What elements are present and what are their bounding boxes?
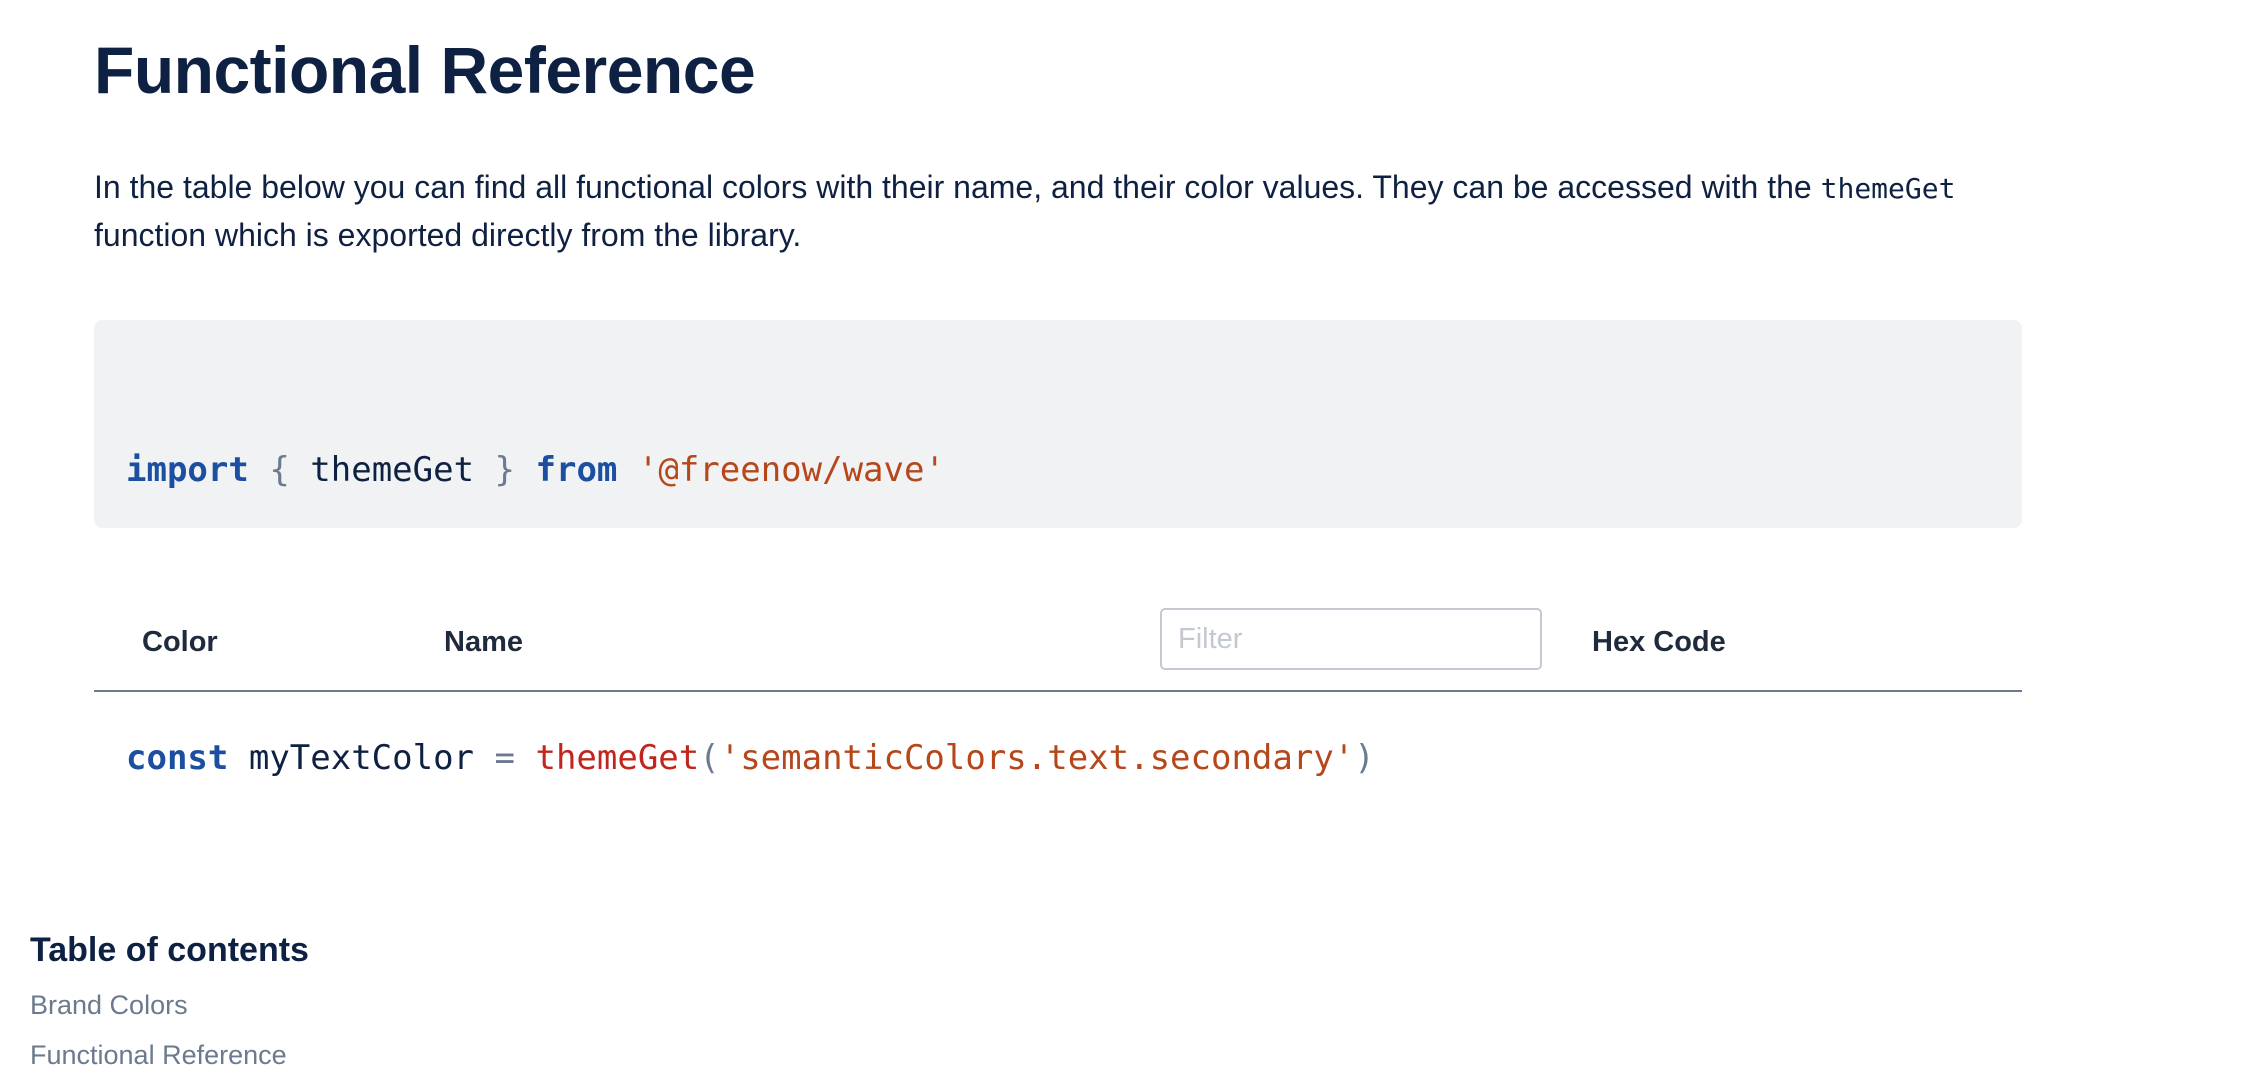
column-header-hex-code: Hex Code <box>1592 626 1726 658</box>
code-brace-open: { <box>269 450 290 490</box>
intro-text-after: function which is exported directly from… <box>94 217 802 253</box>
filter-input[interactable] <box>1160 608 1542 670</box>
code-line-const: const myTextColor = themeGet('semanticCo… <box>126 734 1990 782</box>
code-paren-open: ( <box>699 738 720 778</box>
page-title: Functional Reference <box>94 33 756 107</box>
page: Functional Reference In the table below … <box>0 0 2254 1072</box>
code-module-string: '@freenow/wave' <box>637 450 945 490</box>
intro-paragraph: In the table below you can find all func… <box>94 164 2022 258</box>
code-block: import { themeGet } from '@freenow/wave'… <box>94 320 2022 778</box>
code-paren-close: ) <box>1354 738 1375 778</box>
table-of-contents: Table of contents Brand Colors Functiona… <box>30 926 309 1072</box>
code-function-call: themeGet <box>535 738 700 778</box>
column-header-color: Color <box>142 626 218 658</box>
code-variable-name: myTextColor <box>248 738 475 778</box>
intro-text-before: In the table below you can find all func… <box>94 169 1821 205</box>
toc-link-brand-colors[interactable]: Brand Colors <box>30 986 309 1024</box>
toc-link-functional-reference[interactable]: Functional Reference <box>30 1036 309 1072</box>
code-keyword-import: import <box>126 450 249 490</box>
code-identifier-themeget: themeGet <box>310 450 475 490</box>
intro-inline-code: themeGet <box>1820 172 1956 205</box>
code-equals: = <box>494 738 515 778</box>
code-brace-close: } <box>494 450 516 490</box>
column-header-name: Name <box>444 626 523 658</box>
code-keyword-from: from <box>535 450 618 490</box>
code-argument-string: 'semanticColors.text.secondary' <box>719 738 1355 778</box>
code-keyword-const: const <box>126 738 229 778</box>
code-line-import: import { themeGet } from '@freenow/wave' <box>126 446 1990 494</box>
color-table-header: Color Name Hex Code <box>94 600 2022 692</box>
toc-title: Table of contents <box>30 931 309 969</box>
